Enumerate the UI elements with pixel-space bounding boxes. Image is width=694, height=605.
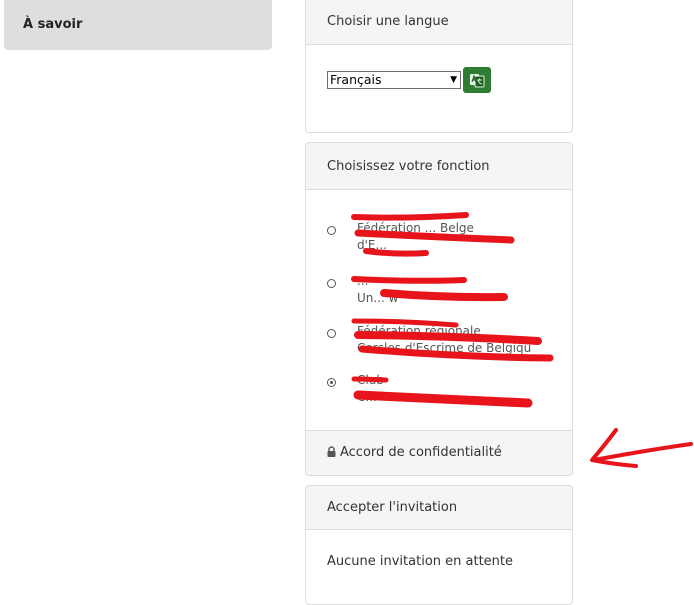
option-label-line1: Fédération ... Belge <box>357 221 474 235</box>
language-panel: Choisir une langue Français ▼ <box>305 0 573 133</box>
sidebar-item-label: À savoir <box>23 17 83 32</box>
chevron-down-icon: ▼ <box>450 75 457 85</box>
function-option[interactable]: Fédération régionale Cercles d'Escrime d… <box>327 323 532 357</box>
language-select-value: Français <box>330 72 382 87</box>
translate-icon <box>470 74 485 88</box>
language-select[interactable]: Français ▼ <box>327 71 461 89</box>
radio-button-selected[interactable] <box>327 378 336 387</box>
radio-button[interactable] <box>327 226 336 235</box>
function-option[interactable]: ... Un... w <box>327 273 532 307</box>
function-option[interactable]: Club C... <box>327 372 532 406</box>
lock-icon <box>327 446 336 457</box>
language-panel-title: Choisir une langue <box>306 0 572 45</box>
option-label-line2: Un... w <box>357 291 399 305</box>
sidebar-active-item[interactable]: À savoir <box>4 0 272 50</box>
option-label-line1: Club <box>357 373 384 387</box>
option-label-line2: C... <box>357 390 377 404</box>
option-label-line1: ... <box>357 274 369 288</box>
function-panel: Choisissez votre fonction Fédération ...… <box>305 142 573 476</box>
invitation-panel-title: Accepter l'invitation <box>306 486 572 530</box>
option-label-line1: Fédération régionale <box>357 324 481 338</box>
radio-button[interactable] <box>327 329 336 338</box>
radio-button[interactable] <box>327 279 336 288</box>
annotation-arrow-icon <box>590 428 693 468</box>
privacy-agreement-label: Accord de confidentialité <box>340 445 502 460</box>
option-label-line2: Cercles d'Escrime de Belgique <box>357 341 532 355</box>
function-option[interactable]: Fédération ... Belge d'E... <box>327 220 532 254</box>
privacy-agreement-link[interactable]: Accord de confidentialité <box>306 430 572 475</box>
translate-button[interactable] <box>463 67 491 93</box>
option-label-line2: d'E... <box>357 238 387 252</box>
no-invitations-text: Aucune invitation en attente <box>327 554 514 569</box>
function-panel-title: Choisissez votre fonction <box>306 143 572 190</box>
invitation-panel: Accepter l'invitation Aucune invitation … <box>305 485 573 605</box>
